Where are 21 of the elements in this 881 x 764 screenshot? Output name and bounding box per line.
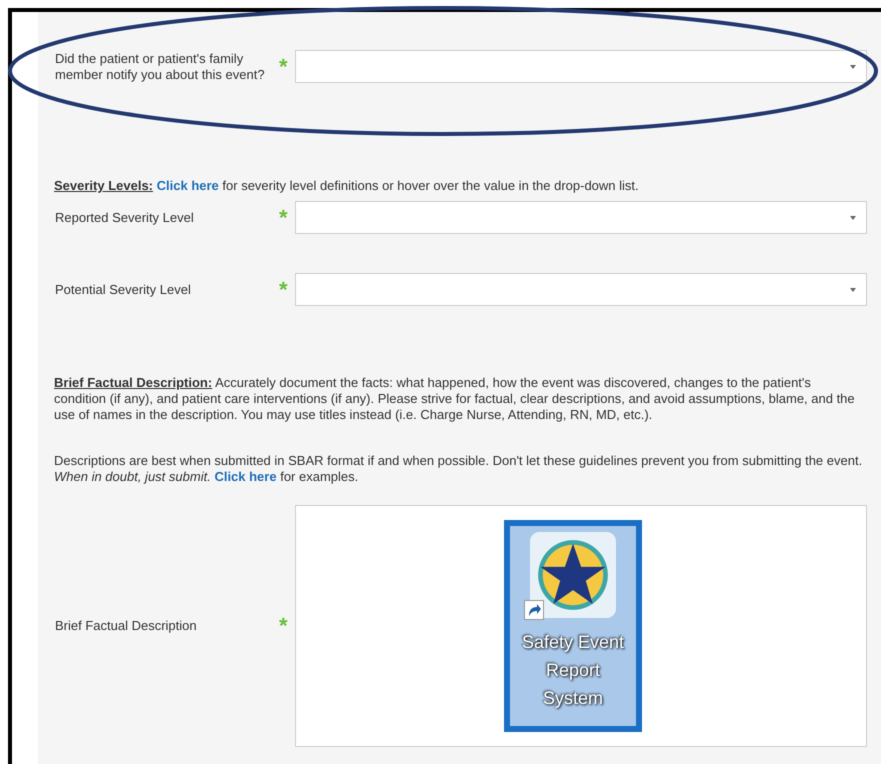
required-mark: * bbox=[279, 56, 289, 78]
instruction-text: Severity Levels: Click here for severity level definitions or hover over the value in the drop-down list. bbox=[54, 178, 640, 194]
field-label: Reported Severity Level bbox=[54, 210, 195, 226]
caret-icon bbox=[850, 216, 856, 220]
field-label: Brief Factual Description bbox=[54, 618, 198, 634]
required-mark: * bbox=[279, 278, 289, 300]
shortcut-label: Safety Event Report System bbox=[520, 631, 626, 710]
dropdown-field[interactable] bbox=[295, 50, 867, 83]
dropdown-field[interactable] bbox=[295, 273, 867, 306]
required-mark: * bbox=[279, 206, 289, 228]
dropdown-field[interactable] bbox=[295, 201, 867, 234]
field-label: Potential Severity Level bbox=[54, 282, 192, 298]
caret-icon bbox=[850, 64, 856, 68]
instruction-text: Brief Factual Description: Accurately document the facts: what happened, how the event was discovered, changes to the patient's condition (if any), and patient care interventions (if any). Please strive for factual, clear descriptions, and avoid assumptions, blame, and the use of names in the description. You may use titles instead (i.e. Charge Nurse, Attending, RN, MD, etc.). bbox=[54, 375, 856, 423]
link[interactable]: Click here bbox=[214, 469, 277, 484]
star-badge-icon bbox=[530, 532, 616, 618]
instruction-text: Descriptions are best when submitted in SBAR format if and when possible. Don't let these guidelines prevent you from submitting the event. When in doubt, just submit. Click here for examples. bbox=[54, 453, 864, 485]
link[interactable]: Click here bbox=[156, 178, 219, 193]
caret-icon bbox=[850, 288, 856, 292]
field-label: Did the patient or patient's family member notify you about this event? bbox=[54, 50, 266, 82]
required-mark: * bbox=[279, 615, 289, 637]
